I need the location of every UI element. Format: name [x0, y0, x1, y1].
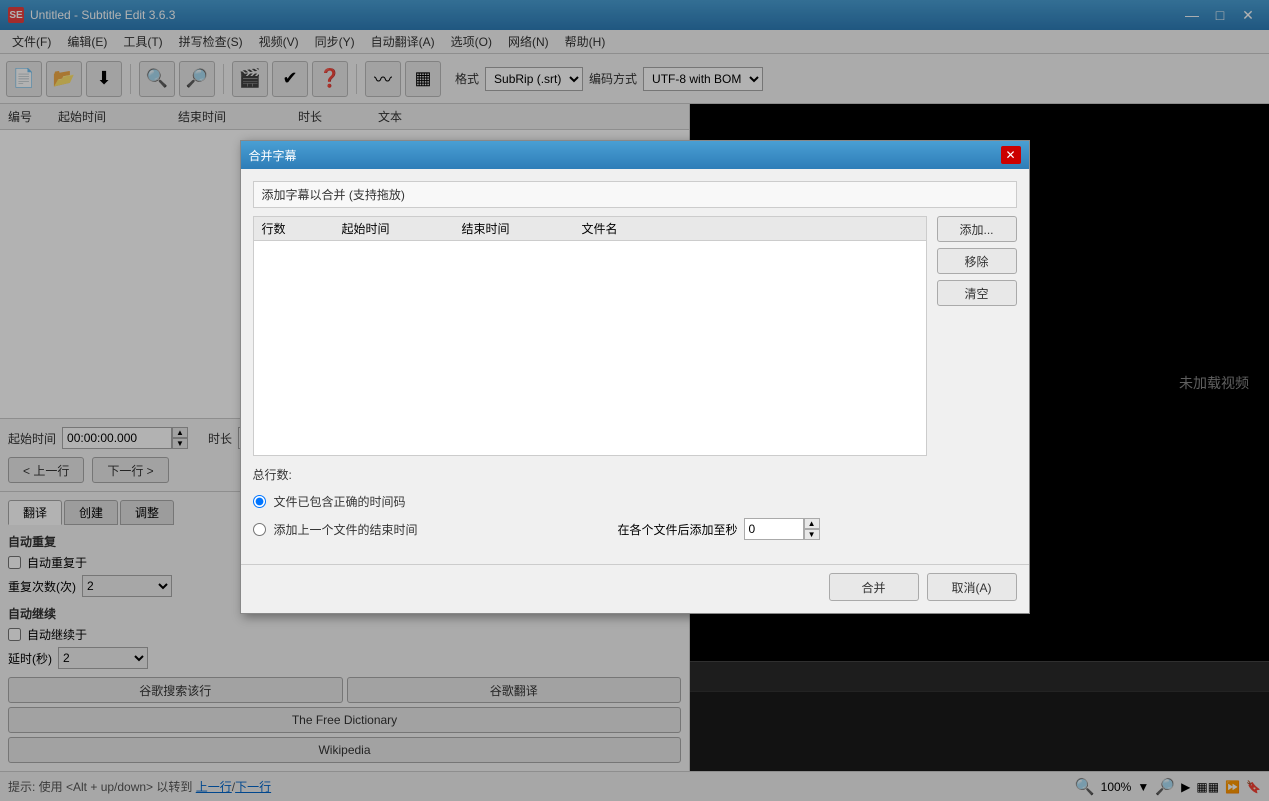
radio-add-time[interactable] — [253, 523, 266, 536]
radio-row-1: 文件已包含正确的时间码 — [253, 493, 1017, 510]
radio-group: 文件已包含正确的时间码 添加上一个文件的结束时间 在各个文件后添加至秒 ▲ — [253, 493, 1017, 540]
file-col-name: 文件名 — [578, 220, 922, 237]
dialog-file-main: 行数 起始时间 结束时间 文件名 — [253, 216, 927, 466]
file-col-end: 结束时间 — [458, 220, 578, 237]
total-row: 总行数: — [253, 466, 1017, 483]
radio-add-time-label: 添加上一个文件的结束时间 — [274, 521, 418, 538]
dialog-title: 合并字幕 — [249, 147, 297, 164]
file-list-header: 行数 起始时间 结束时间 文件名 — [254, 217, 926, 241]
add-seconds-container: 在各个文件后添加至秒 ▲ ▼ — [618, 518, 820, 540]
dialog-file-section: 行数 起始时间 结束时间 文件名 添加... 移除 清空 — [253, 216, 1017, 466]
dialog-section-label: 添加字幕以合并 (支持拖放) — [253, 181, 1017, 208]
radio-row-2-container: 添加上一个文件的结束时间 在各个文件后添加至秒 ▲ ▼ — [253, 518, 1017, 540]
seconds-down[interactable]: ▼ — [804, 529, 820, 540]
merge-dialog: 合并字幕 ✕ 添加字幕以合并 (支持拖放) 行数 起始时间 结束时间 文件名 — [240, 140, 1030, 614]
dialog-close-button[interactable]: ✕ — [1001, 146, 1021, 164]
radio-timecode[interactable] — [253, 495, 266, 508]
radio-row-2: 添加上一个文件的结束时间 — [253, 521, 418, 538]
dialog-titlebar: 合并字幕 ✕ — [241, 141, 1029, 169]
radio-timecode-label: 文件已包含正确的时间码 — [274, 493, 406, 510]
cancel-button[interactable]: 取消(A) — [927, 573, 1017, 601]
add-file-button[interactable]: 添加... — [937, 216, 1017, 242]
total-label: 总行数: — [253, 466, 292, 483]
file-col-start: 起始时间 — [338, 220, 458, 237]
merge-button[interactable]: 合并 — [829, 573, 919, 601]
clear-files-button[interactable]: 清空 — [937, 280, 1017, 306]
seconds-up[interactable]: ▲ — [804, 518, 820, 529]
remove-file-button[interactable]: 移除 — [937, 248, 1017, 274]
file-col-row: 行数 — [258, 220, 338, 237]
add-seconds-label: 在各个文件后添加至秒 — [618, 521, 738, 538]
seconds-spinner: ▲ ▼ — [744, 518, 820, 540]
file-list-container[interactable]: 行数 起始时间 结束时间 文件名 — [253, 216, 927, 456]
dialog-footer: 合并 取消(A) — [241, 564, 1029, 613]
dialog-side-buttons: 添加... 移除 清空 — [937, 216, 1017, 466]
dialog-body: 添加字幕以合并 (支持拖放) 行数 起始时间 结束时间 文件名 添加... — [241, 169, 1029, 564]
seconds-input[interactable] — [744, 518, 804, 540]
modal-overlay: 合并字幕 ✕ 添加字幕以合并 (支持拖放) 行数 起始时间 结束时间 文件名 — [0, 0, 1269, 801]
